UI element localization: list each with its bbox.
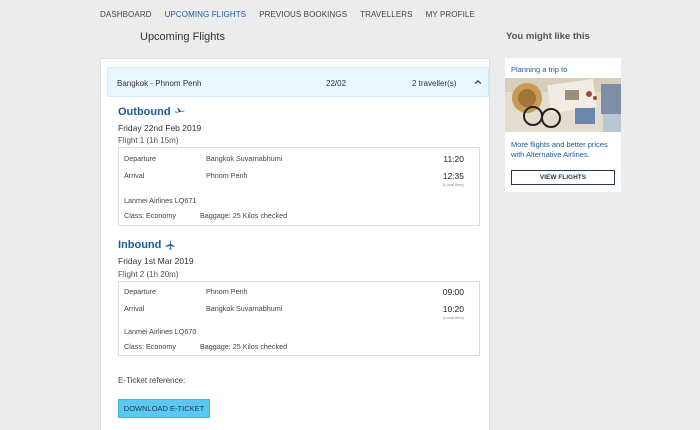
inbound-title: Inbound	[118, 239, 175, 251]
airline: Lanmei Airlines LQ670	[124, 327, 197, 336]
departure-place: Phnom Penh	[206, 287, 248, 296]
outbound-flight: Flight 1 (1h 15m)	[118, 136, 179, 145]
outbound-card: Departure Bangkok Suvarnabhumi 11:20 Arr…	[118, 147, 480, 226]
outbound-date: Friday 22nd Feb 2019	[118, 123, 202, 133]
outbound-title-text: Outbound	[118, 106, 171, 118]
plane-arrival-icon	[165, 240, 175, 250]
arrival-place: Bangkok Suvarnabhumi	[206, 304, 283, 313]
promo-title: Planning a trip to	[511, 65, 568, 74]
nav-dashboard[interactable]: DASHBOARD	[100, 10, 152, 19]
chevron-up-icon[interactable]	[474, 78, 482, 86]
departure-place: Bangkok Suvarnabhumi	[206, 154, 283, 163]
nav-upcoming-flights[interactable]: UPCOMING FLIGHTS	[165, 10, 247, 19]
departure-label: Departure	[124, 287, 156, 296]
arrival-label: Arrival	[124, 304, 145, 313]
class: Class: Economy	[124, 211, 176, 220]
trip-date: 22/02	[326, 79, 347, 88]
departure-time: 11:20	[443, 154, 464, 164]
eticket-label: E-Ticket reference:	[118, 376, 186, 385]
arrival-time: 10:20	[442, 304, 464, 314]
class: Class: Economy	[124, 342, 176, 351]
airline: Lanmei Airlines LQ671	[124, 196, 197, 205]
plane-departure-icon	[174, 107, 185, 113]
arrival-label: Arrival	[124, 171, 145, 180]
travel-image	[505, 78, 621, 132]
aside-title: You might like this	[506, 31, 590, 42]
nav-my-profile[interactable]: MY PROFILE	[426, 10, 475, 19]
inbound-flight: Flight 2 (1h 20m)	[118, 270, 179, 279]
promo-text: More flights and better prices with Alte…	[511, 140, 608, 159]
trip-header[interactable]: Bangkok - Phnom Penh 22/02 2 traveller(s…	[107, 67, 489, 97]
arrival-place: Phnom Penh	[206, 171, 248, 180]
trip-travellers: 2 traveller(s)	[412, 79, 457, 88]
arrival-time: 12:35	[442, 171, 464, 181]
trip-route: Bangkok - Phnom Penh	[117, 79, 202, 88]
booking-panel: Bangkok - Phnom Penh 22/02 2 traveller(s…	[100, 58, 490, 430]
baggage: Baggage: 25 Kilos checked	[200, 211, 288, 220]
promo-card: Planning a trip to More flights and bett…	[505, 58, 621, 192]
departure-time: 09:00	[442, 287, 464, 297]
view-flights-button[interactable]: VIEW FLIGHTS	[511, 170, 615, 185]
departure-label: Departure	[124, 154, 156, 163]
inbound-card: Departure Phnom Penh 09:00 Arrival Bangk…	[118, 281, 480, 356]
inbound-title-text: Inbound	[118, 239, 162, 251]
main-nav: DASHBOARD UPCOMING FLIGHTS PREVIOUS BOOK…	[100, 10, 488, 19]
nav-travellers[interactable]: TRAVELLERS	[360, 10, 412, 19]
outbound-title: Outbound	[118, 106, 185, 118]
download-eticket-button[interactable]: DOWNLOAD E-TICKET	[118, 399, 210, 418]
baggage: Baggage: 25 Kilos checked	[200, 342, 288, 351]
local-time-note: (Local time)	[443, 182, 464, 187]
nav-previous-bookings[interactable]: PREVIOUS BOOKINGS	[259, 10, 347, 19]
page-title: Upcoming Flights	[140, 31, 225, 43]
local-time-note: (Local time)	[443, 315, 464, 320]
inbound-date: Friday 1st Mar 2019	[118, 256, 194, 266]
